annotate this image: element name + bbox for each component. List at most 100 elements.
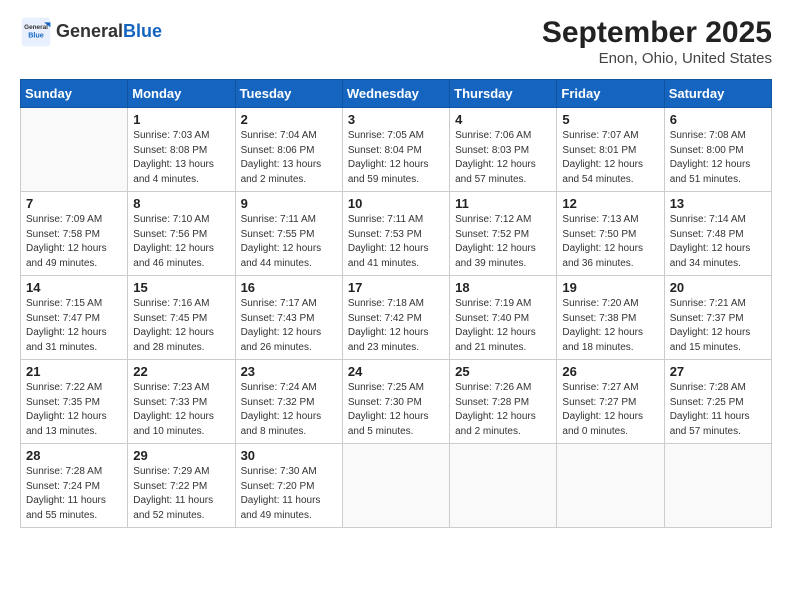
day-info: Sunrise: 7:30 AM Sunset: 7:20 PM Dayligh… bbox=[241, 465, 337, 523]
calendar-cell: 19 Sunrise: 7:20 AM Sunset: 7:38 PM Dayli… bbox=[557, 276, 664, 360]
day-number: 21 bbox=[26, 364, 122, 379]
calendar-cell: 25 Sunrise: 7:26 AM Sunset: 7:28 PM Dayli… bbox=[450, 360, 557, 444]
calendar-cell: 26Sunrise: 7:27 AM Sunset: 7:27 PM Dayli… bbox=[557, 360, 664, 444]
calendar-cell: 15 Sunrise: 7:16 AM Sunset: 7:45 PM Dayli… bbox=[128, 276, 235, 360]
day-number: 8 bbox=[133, 196, 229, 211]
day-number: 16 bbox=[241, 280, 337, 295]
day-info: Sunrise: 7:03 AM Sunset: 8:08 PM Dayligh… bbox=[133, 129, 229, 187]
calendar-cell bbox=[450, 444, 557, 528]
calendar-cell: 17 Sunrise: 7:18 AM Sunset: 7:42 PM Dayli… bbox=[342, 276, 449, 360]
day-number: 2 bbox=[241, 112, 337, 127]
day-info: Sunrise: 7:13 AM Sunset: 7:50 PM Dayligh… bbox=[562, 213, 658, 271]
day-number: 20 bbox=[670, 280, 766, 295]
calendar-cell: 22Sunrise: 7:23 AM Sunset: 7:33 PM Dayli… bbox=[128, 360, 235, 444]
calendar-cell: 28Sunrise: 7:28 AM Sunset: 7:24 PM Dayli… bbox=[21, 444, 128, 528]
day-number: 7 bbox=[26, 196, 122, 211]
calendar-cell bbox=[557, 444, 664, 528]
day-info: Sunrise: 7:25 AM Sunset: 7:30 PM Dayligh… bbox=[348, 381, 444, 439]
calendar-cell: 30 Sunrise: 7:30 AM Sunset: 7:20 PM Dayli… bbox=[235, 444, 342, 528]
day-header-saturday: Saturday bbox=[664, 80, 771, 108]
day-number: 12 bbox=[562, 196, 658, 211]
day-number: 30 bbox=[241, 448, 337, 463]
calendar-header-row: SundayMondayTuesdayWednesdayThursdayFrid… bbox=[21, 80, 772, 108]
calendar-cell: 11 Sunrise: 7:12 AM Sunset: 7:52 PM Dayli… bbox=[450, 192, 557, 276]
calendar-cell: 7 Sunrise: 7:09 AM Sunset: 7:58 PM Daylig… bbox=[21, 192, 128, 276]
logo-blue-text: Blue bbox=[123, 21, 162, 41]
day-info: Sunrise: 7:11 AM Sunset: 7:55 PM Dayligh… bbox=[241, 213, 337, 271]
logo: General Blue GeneralBlue bbox=[20, 16, 162, 48]
calendar-cell: 16Sunrise: 7:17 AM Sunset: 7:43 PM Dayli… bbox=[235, 276, 342, 360]
day-info: Sunrise: 7:10 AM Sunset: 7:56 PM Dayligh… bbox=[133, 213, 229, 271]
day-number: 29 bbox=[133, 448, 229, 463]
day-number: 28 bbox=[26, 448, 122, 463]
day-info: Sunrise: 7:19 AM Sunset: 7:40 PM Dayligh… bbox=[455, 297, 551, 355]
calendar-table: SundayMondayTuesdayWednesdayThursdayFrid… bbox=[20, 79, 772, 528]
calendar-week-1: 1 Sunrise: 7:03 AM Sunset: 8:08 PM Daylig… bbox=[21, 108, 772, 192]
day-number: 24 bbox=[348, 364, 444, 379]
calendar-cell: 23Sunrise: 7:24 AM Sunset: 7:32 PM Dayli… bbox=[235, 360, 342, 444]
day-header-friday: Friday bbox=[557, 80, 664, 108]
day-info: Sunrise: 7:11 AM Sunset: 7:53 PM Dayligh… bbox=[348, 213, 444, 271]
calendar-cell: 4 Sunrise: 7:06 AM Sunset: 8:03 PM Daylig… bbox=[450, 108, 557, 192]
calendar-cell: 3Sunrise: 7:05 AM Sunset: 8:04 PM Daylig… bbox=[342, 108, 449, 192]
calendar-cell: 12 Sunrise: 7:13 AM Sunset: 7:50 PM Dayli… bbox=[557, 192, 664, 276]
day-header-tuesday: Tuesday bbox=[235, 80, 342, 108]
day-number: 22 bbox=[133, 364, 229, 379]
day-number: 14 bbox=[26, 280, 122, 295]
title-block: September 2025 Enon, Ohio, United States bbox=[542, 16, 772, 67]
day-header-wednesday: Wednesday bbox=[342, 80, 449, 108]
day-number: 4 bbox=[455, 112, 551, 127]
calendar-cell bbox=[21, 108, 128, 192]
calendar-week-3: 14Sunrise: 7:15 AM Sunset: 7:47 PM Dayli… bbox=[21, 276, 772, 360]
day-header-sunday: Sunday bbox=[21, 80, 128, 108]
day-header-thursday: Thursday bbox=[450, 80, 557, 108]
day-info: Sunrise: 7:08 AM Sunset: 8:00 PM Dayligh… bbox=[670, 129, 766, 187]
day-number: 27 bbox=[670, 364, 766, 379]
day-number: 5 bbox=[562, 112, 658, 127]
day-info: Sunrise: 7:29 AM Sunset: 7:22 PM Dayligh… bbox=[133, 465, 229, 523]
calendar-cell: 27Sunrise: 7:28 AM Sunset: 7:25 PM Dayli… bbox=[664, 360, 771, 444]
calendar-cell: 1 Sunrise: 7:03 AM Sunset: 8:08 PM Daylig… bbox=[128, 108, 235, 192]
day-number: 17 bbox=[348, 280, 444, 295]
day-info: Sunrise: 7:20 AM Sunset: 7:38 PM Dayligh… bbox=[562, 297, 658, 355]
day-number: 6 bbox=[670, 112, 766, 127]
calendar-cell: 9Sunrise: 7:11 AM Sunset: 7:55 PM Daylig… bbox=[235, 192, 342, 276]
logo-general-text: General bbox=[56, 21, 123, 41]
svg-text:Blue: Blue bbox=[28, 31, 44, 40]
day-number: 19 bbox=[562, 280, 658, 295]
day-info: Sunrise: 7:12 AM Sunset: 7:52 PM Dayligh… bbox=[455, 213, 551, 271]
day-info: Sunrise: 7:16 AM Sunset: 7:45 PM Dayligh… bbox=[133, 297, 229, 355]
day-number: 13 bbox=[670, 196, 766, 211]
calendar-cell: 10 Sunrise: 7:11 AM Sunset: 7:53 PM Dayli… bbox=[342, 192, 449, 276]
page-header: General Blue GeneralBlue September 2025 … bbox=[20, 16, 772, 67]
calendar-cell bbox=[342, 444, 449, 528]
day-number: 25 bbox=[455, 364, 551, 379]
calendar-cell: 20Sunrise: 7:21 AM Sunset: 7:37 PM Dayli… bbox=[664, 276, 771, 360]
calendar-cell: 13 Sunrise: 7:14 AM Sunset: 7:48 PM Dayli… bbox=[664, 192, 771, 276]
day-number: 15 bbox=[133, 280, 229, 295]
day-info: Sunrise: 7:14 AM Sunset: 7:48 PM Dayligh… bbox=[670, 213, 766, 271]
svg-text:General: General bbox=[24, 24, 48, 31]
calendar-week-5: 28Sunrise: 7:28 AM Sunset: 7:24 PM Dayli… bbox=[21, 444, 772, 528]
day-number: 10 bbox=[348, 196, 444, 211]
day-number: 1 bbox=[133, 112, 229, 127]
day-number: 23 bbox=[241, 364, 337, 379]
day-info: Sunrise: 7:05 AM Sunset: 8:04 PM Dayligh… bbox=[348, 129, 444, 187]
calendar-cell bbox=[664, 444, 771, 528]
day-info: Sunrise: 7:18 AM Sunset: 7:42 PM Dayligh… bbox=[348, 297, 444, 355]
calendar-cell: 6 Sunrise: 7:08 AM Sunset: 8:00 PM Daylig… bbox=[664, 108, 771, 192]
calendar-week-2: 7 Sunrise: 7:09 AM Sunset: 7:58 PM Daylig… bbox=[21, 192, 772, 276]
calendar-cell: 14Sunrise: 7:15 AM Sunset: 7:47 PM Dayli… bbox=[21, 276, 128, 360]
calendar-cell: 2 Sunrise: 7:04 AM Sunset: 8:06 PM Daylig… bbox=[235, 108, 342, 192]
calendar-cell: 8 Sunrise: 7:10 AM Sunset: 7:56 PM Daylig… bbox=[128, 192, 235, 276]
logo-icon: General Blue bbox=[20, 16, 52, 48]
day-info: Sunrise: 7:07 AM Sunset: 8:01 PM Dayligh… bbox=[562, 129, 658, 187]
day-info: Sunrise: 7:06 AM Sunset: 8:03 PM Dayligh… bbox=[455, 129, 551, 187]
calendar-cell: 29 Sunrise: 7:29 AM Sunset: 7:22 PM Dayli… bbox=[128, 444, 235, 528]
day-info: Sunrise: 7:04 AM Sunset: 8:06 PM Dayligh… bbox=[241, 129, 337, 187]
day-number: 11 bbox=[455, 196, 551, 211]
day-info: Sunrise: 7:26 AM Sunset: 7:28 PM Dayligh… bbox=[455, 381, 551, 439]
day-number: 18 bbox=[455, 280, 551, 295]
day-info: Sunrise: 7:09 AM Sunset: 7:58 PM Dayligh… bbox=[26, 213, 122, 271]
day-info: Sunrise: 7:27 AM Sunset: 7:27 PM Dayligh… bbox=[562, 381, 658, 439]
